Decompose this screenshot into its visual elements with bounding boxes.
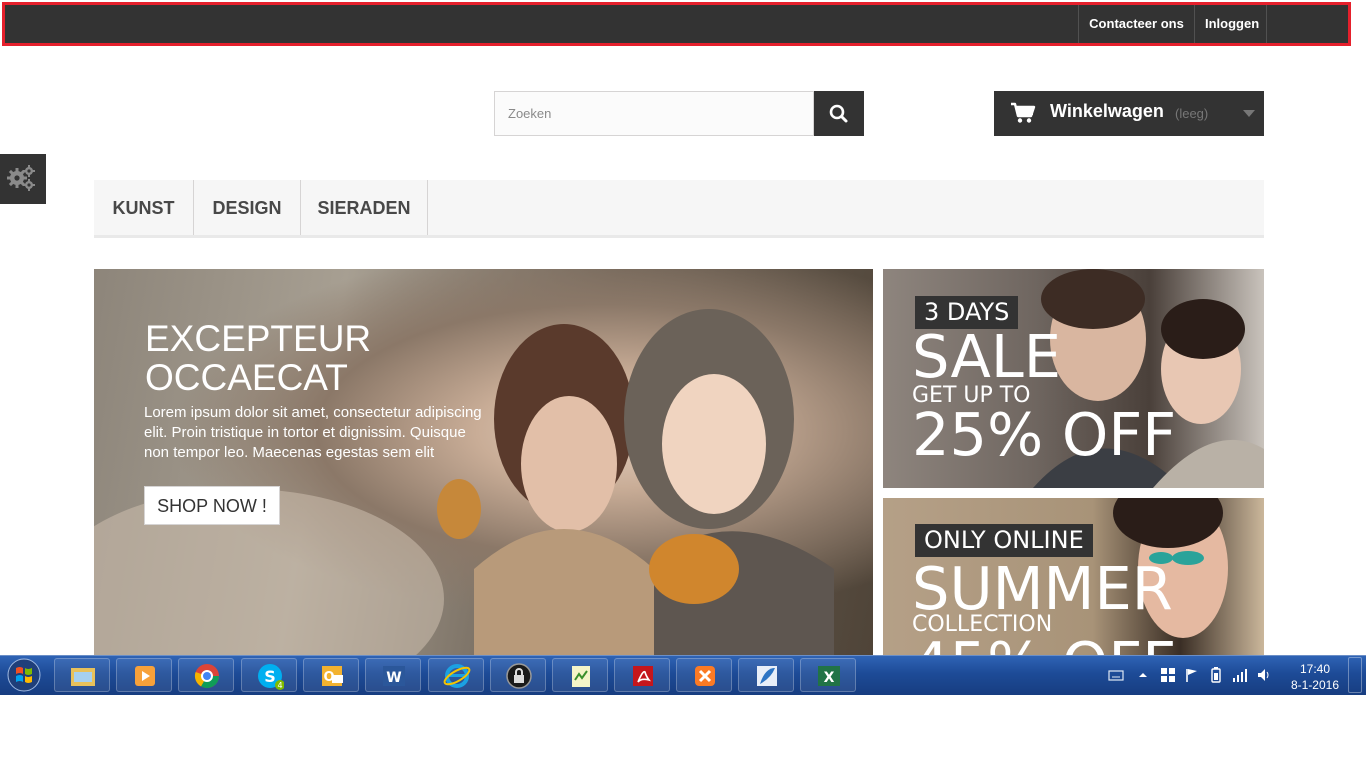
clock-date[interactable]: 8-1-2016 <box>1284 678 1346 692</box>
summer-offer: 45% OFF <box>912 634 1176 656</box>
taskbar-internet-explorer[interactable] <box>428 658 484 692</box>
menu-item-design[interactable]: DESIGN <box>194 180 301 235</box>
clock-time[interactable]: 17:40 <box>1290 662 1340 676</box>
battery-icon[interactable] <box>1208 666 1224 684</box>
internet-explorer-icon <box>443 664 471 688</box>
cart-state: (leeg) <box>1175 106 1209 121</box>
top-nav-highlight: Contacteer ons Inloggen <box>2 2 1351 46</box>
chrome-icon <box>194 664 219 689</box>
network-signal-icon[interactable] <box>1232 667 1248 683</box>
menu-item-kunst[interactable]: KUNST <box>94 180 194 235</box>
shop-now-button[interactable]: SHOP NOW ! <box>144 486 280 525</box>
taskbar-xampp[interactable] <box>676 658 732 692</box>
main-menu: KUNST DESIGN SIERADEN <box>94 180 1264 238</box>
taskbar-acrobat[interactable] <box>614 658 670 692</box>
shopping-cart-icon <box>1011 102 1036 123</box>
sale-heading: SALE <box>912 322 1062 391</box>
photo-viewer-icon <box>757 666 777 686</box>
skype-icon: S4 <box>258 664 284 690</box>
summer-banner[interactable]: ONLY ONLINE SUMMER COLLECTION 45% OFF <box>883 498 1264 655</box>
word-icon: W <box>383 666 405 686</box>
summer-heading: SUMMER <box>912 554 1173 623</box>
action-center-flag-icon[interactable] <box>1184 667 1200 683</box>
contact-link[interactable]: Contacteer ons <box>1078 5 1194 43</box>
gears-icon <box>7 165 35 191</box>
windows-orb-icon <box>7 658 41 692</box>
excel-icon: X <box>818 666 840 686</box>
cart-title: Winkelwagen <box>1050 101 1164 121</box>
taskbar-chrome[interactable] <box>178 658 234 692</box>
chevron-down-icon <box>1243 110 1255 117</box>
start-button[interactable] <box>2 656 48 694</box>
taskbar-photo-viewer[interactable] <box>738 658 794 692</box>
slider-text: Lorem ipsum dolor sit amet, consectetur … <box>144 404 482 461</box>
windows-taskbar: S4 O W X 17:40 8-1-2016 <box>0 655 1366 695</box>
hero-slider[interactable]: EXCEPTEUR OCCAECAT Lorem ipsum dolor sit… <box>94 269 873 655</box>
outlook-icon: O <box>322 666 343 686</box>
media-player-icon <box>135 666 155 686</box>
explorer-icon <box>71 668 95 686</box>
taskbar-word[interactable]: W <box>365 658 421 692</box>
search-icon <box>829 104 848 123</box>
theme-settings-tab[interactable] <box>0 154 46 204</box>
windows-flag-icon[interactable] <box>1160 667 1176 683</box>
xampp-icon <box>695 666 715 686</box>
taskbar-explorer[interactable] <box>54 658 110 692</box>
volume-icon[interactable] <box>1256 667 1272 683</box>
sale-offer: 25% OFF <box>912 400 1177 469</box>
taskbar-keepass[interactable] <box>490 658 546 692</box>
taskbar-skype[interactable]: S4 <box>241 658 297 692</box>
acrobat-icon <box>633 666 653 686</box>
top-nav-bar: Contacteer ons Inloggen <box>0 0 1366 47</box>
menu-item-sieraden[interactable]: SIERADEN <box>301 180 428 235</box>
summer-tag: ONLY ONLINE <box>915 524 1093 557</box>
notepad-icon <box>572 666 590 687</box>
taskbar-outlook[interactable]: O <box>303 658 359 692</box>
search-button[interactable] <box>814 91 864 136</box>
search-input[interactable] <box>495 92 821 135</box>
taskbar-media-player[interactable] <box>116 658 172 692</box>
svg-text:S: S <box>264 667 276 686</box>
taskbar-excel[interactable]: X <box>800 658 856 692</box>
svg-text:W: W <box>386 670 401 686</box>
keepass-icon <box>506 663 532 689</box>
taskbar-notepad[interactable] <box>552 658 608 692</box>
search-box <box>494 91 821 136</box>
slider-title: EXCEPTEUR OCCAECAT <box>145 318 372 398</box>
svg-text:X: X <box>824 670 835 686</box>
show-hidden-icons-icon[interactable] <box>1138 670 1148 680</box>
keyboard-icon[interactable] <box>1108 668 1124 682</box>
show-desktop-button[interactable] <box>1348 657 1362 693</box>
cart-button[interactable]: Winkelwagen (leeg) <box>994 91 1264 136</box>
login-link[interactable]: Inloggen <box>1194 5 1267 43</box>
skype-badge: 4 <box>277 681 282 690</box>
sale-banner[interactable]: 3 DAYS SALE GET UP TO 25% OFF <box>883 269 1264 488</box>
